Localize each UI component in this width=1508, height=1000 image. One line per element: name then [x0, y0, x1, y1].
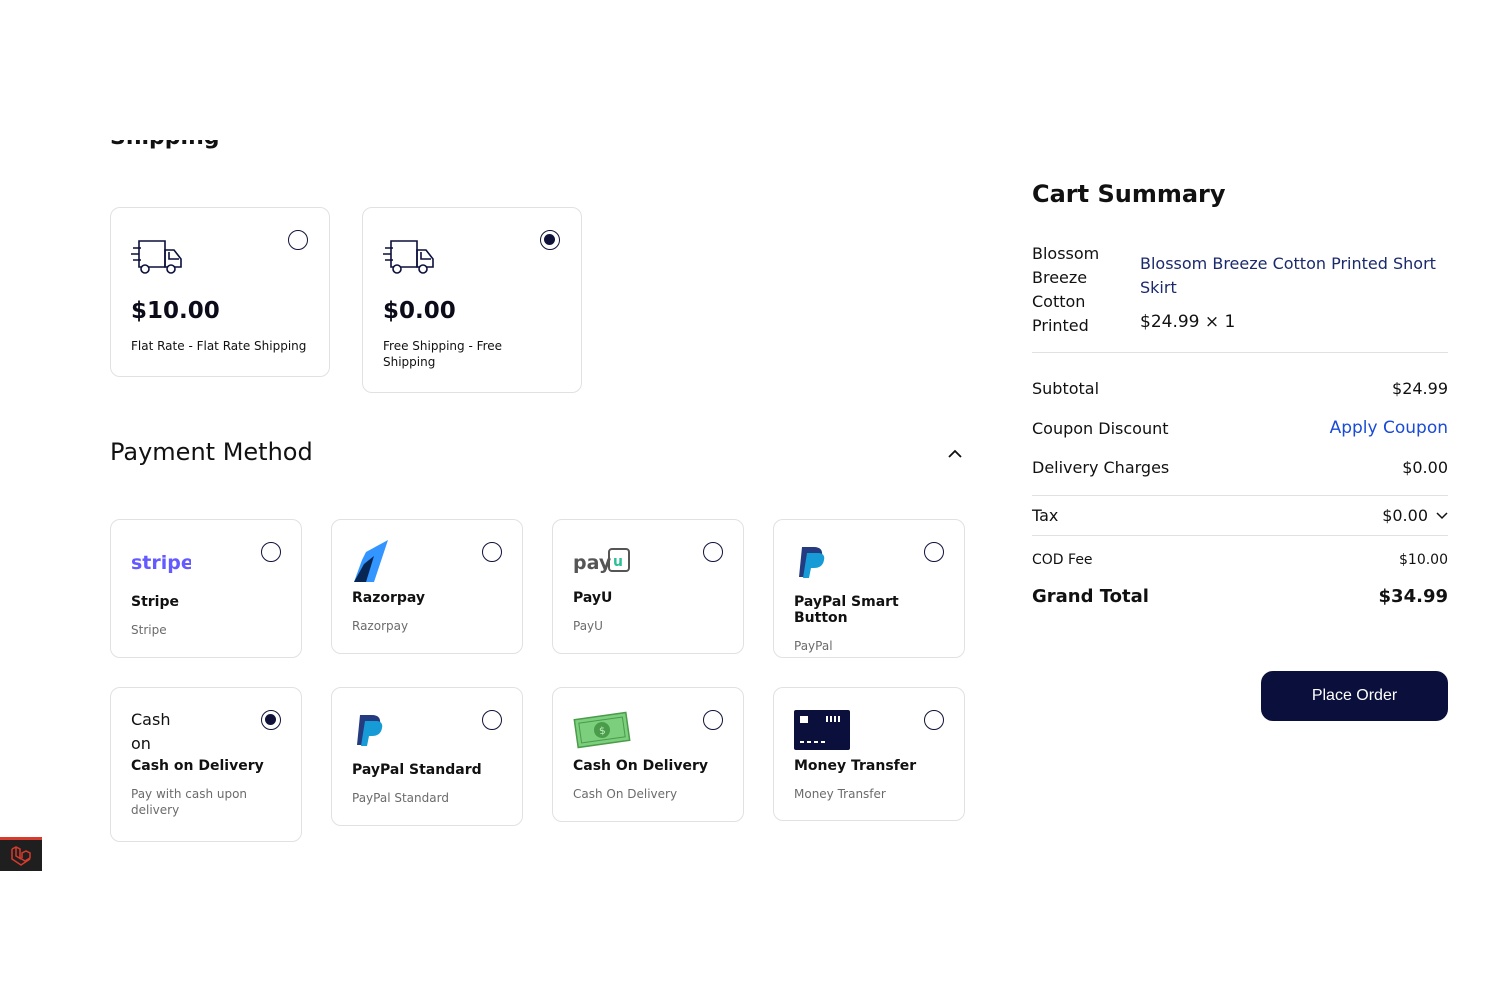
shipping-desc: Flat Rate - Flat Rate Shipping	[131, 339, 307, 353]
shipping-heading: Shipping	[110, 125, 220, 150]
tax-row[interactable]: Tax $0.00	[1032, 496, 1448, 535]
payment-option-paypal-standard[interactable]: PayPal Standard PayPal Standard	[331, 687, 523, 826]
product-price-qty: $24.99 × 1	[1140, 312, 1236, 332]
apply-coupon-link[interactable]: Apply Coupon	[1330, 418, 1448, 438]
grand-total-label: Grand Total	[1032, 586, 1149, 607]
shipping-desc: Free Shipping - Free Shipping	[383, 339, 503, 369]
cod-fee-row: COD Fee $10.00	[1032, 552, 1448, 568]
payment-sub: PayU	[573, 619, 603, 633]
subtotal-value: $24.99	[1392, 379, 1448, 398]
delivery-label: Delivery Charges	[1032, 458, 1170, 477]
payment-radio[interactable]	[703, 710, 723, 730]
delivery-value: $0.00	[1402, 458, 1448, 477]
payment-sub: Razorpay	[352, 619, 409, 633]
payment-option-cash-on-delivery[interactable]: $ Cash On Delivery Cash On Delivery	[552, 687, 744, 822]
cart-summary-title: Cart Summary	[1032, 180, 1226, 208]
cart-item: Blossom Breeze Cotton Printed Blossom Br…	[1032, 244, 1448, 353]
cash-icon: $	[573, 708, 723, 752]
payment-radio[interactable]	[482, 542, 502, 562]
payment-method-title: Payment Method	[110, 438, 313, 466]
tax-label: Tax	[1032, 506, 1059, 525]
shipping-option-flat-rate[interactable]: $10.00 Flat Rate - Flat Rate Shipping	[110, 207, 330, 377]
payment-name: Razorpay	[352, 590, 426, 606]
truck-icon	[131, 240, 182, 274]
delivery-row: Delivery Charges $0.00	[1032, 458, 1448, 495]
payment-name: PayU	[573, 590, 613, 606]
payment-option-cod[interactable]: Cash on Cash on Delivery Pay with cash u…	[110, 687, 302, 842]
tax-value: $0.00	[1382, 506, 1428, 525]
stripe-logo: stripe	[131, 540, 281, 584]
place-order-button[interactable]: Place Order	[1261, 671, 1448, 721]
paypal-icon	[794, 540, 944, 584]
cod-logo-alt-text: Cash on	[131, 710, 171, 753]
payment-radio[interactable]	[482, 710, 502, 730]
laravel-icon	[11, 845, 31, 866]
payment-radio[interactable]	[261, 542, 281, 562]
subtotal-row: Subtotal $24.99	[1032, 379, 1448, 398]
coupon-label: Coupon Discount	[1032, 418, 1169, 438]
cod-fee-value: $10.00	[1399, 552, 1448, 568]
payment-sub: Cash On Delivery	[573, 787, 678, 801]
laravel-debugbar-tab[interactable]	[0, 837, 42, 871]
payment-sub: Stripe	[131, 623, 167, 637]
payment-sub: Money Transfer	[794, 787, 886, 801]
chevron-up-icon[interactable]	[946, 447, 964, 461]
shipping-radio-checked[interactable]	[540, 230, 560, 250]
payment-option-payu[interactable]: pay u PayU PayU	[552, 519, 744, 654]
payment-radio[interactable]	[924, 542, 944, 562]
shipping-radio[interactable]	[288, 230, 308, 250]
truck-icon	[383, 240, 434, 274]
payment-sub: PayPal	[794, 639, 833, 653]
payment-radio-checked[interactable]	[261, 710, 281, 730]
payment-radio[interactable]	[924, 710, 944, 730]
shipping-price: $10.00	[131, 298, 220, 324]
svg-text:pay: pay	[573, 552, 612, 574]
payment-name: PayPal Smart Button	[794, 594, 899, 626]
payu-logo: pay u	[573, 540, 723, 584]
cod-fee-label: COD Fee	[1032, 552, 1093, 568]
payment-sub: PayPal Standard	[352, 791, 449, 805]
razorpay-icon	[352, 540, 502, 584]
paypal-icon	[352, 708, 502, 752]
payment-name: Money Transfer	[794, 758, 917, 774]
payment-name: Stripe	[131, 594, 179, 610]
subtotal-label: Subtotal	[1032, 379, 1100, 398]
svg-text:stripe: stripe	[131, 552, 191, 574]
divider	[1032, 535, 1448, 536]
grand-total-value: $34.99	[1378, 586, 1448, 607]
payment-option-paypal-smart[interactable]: PayPal Smart Button PayPal	[773, 519, 965, 658]
payment-option-money-transfer[interactable]: Money Transfer Money Transfer	[773, 687, 965, 821]
coupon-row: Coupon Discount Apply Coupon	[1032, 418, 1448, 438]
grand-total-row: Grand Total $34.99	[1032, 586, 1448, 607]
payment-sub: Pay with cash upon delivery	[131, 787, 248, 817]
payment-name: PayPal Standard	[352, 762, 482, 778]
payment-radio[interactable]	[703, 542, 723, 562]
svg-text:u: u	[613, 554, 623, 570]
product-name[interactable]: Blossom Breeze Cotton Printed Short Skir…	[1140, 252, 1440, 300]
shipping-price: $0.00	[383, 298, 456, 324]
payment-option-razorpay[interactable]: Razorpay Razorpay	[331, 519, 523, 654]
payment-option-stripe[interactable]: stripe Stripe Stripe	[110, 519, 302, 658]
cart-summary: Cart Summary Blossom Breeze Cotton Print…	[1032, 180, 1448, 721]
payment-name: Cash on Delivery	[131, 758, 264, 774]
shipping-option-free[interactable]: $0.00 Free Shipping - Free Shipping	[362, 207, 582, 393]
chevron-down-icon[interactable]	[1436, 511, 1448, 520]
card-icon	[794, 708, 944, 752]
product-image-alt: Blossom Breeze Cotton Printed	[1032, 244, 1100, 335]
payment-name: Cash On Delivery	[573, 758, 709, 774]
